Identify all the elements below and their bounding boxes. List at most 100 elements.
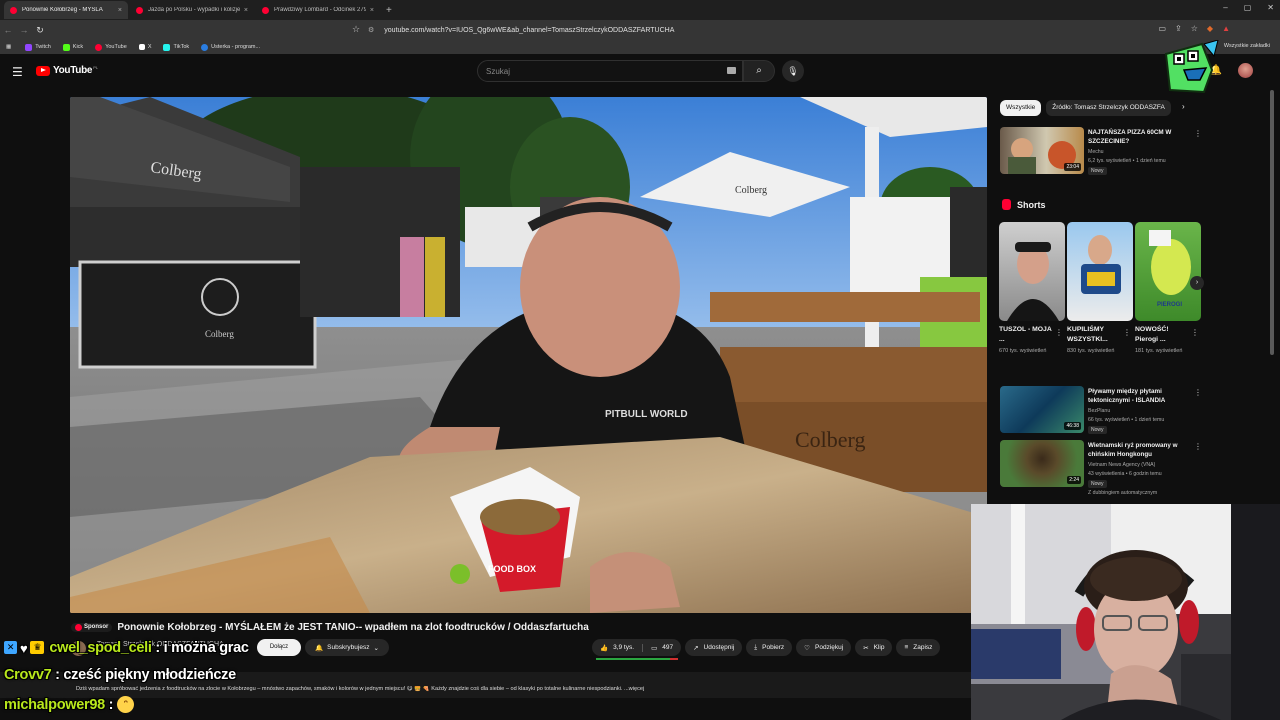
shorts-next-button[interactable]: › (1190, 276, 1204, 290)
all-bookmarks[interactable]: Wszystkie zakładki (1224, 43, 1270, 49)
rec-video-islandia[interactable]: 46:38 Pływamy między płytami tektoniczny… (1000, 386, 1202, 436)
close-tab-icon[interactable]: × (370, 7, 374, 14)
voice-search-icon[interactable]: 🎙 (782, 60, 804, 82)
short-item[interactable]: PIEROGI NOWOŚĆ! Pierogi ... 181 tys. wyś… (1135, 222, 1201, 367)
more-options-icon[interactable]: ⋮ (1055, 328, 1063, 337)
short-thumbnail-art (1007, 242, 1059, 321)
rec-thumbnail[interactable]: 2:24 (1000, 440, 1084, 487)
twitch-icon (25, 43, 33, 51)
like-dislike-group: 👍 3,9 tys. ▭ 497 (592, 639, 682, 660)
more-options-icon[interactable]: ⋮ (1191, 328, 1199, 337)
site-info-icon[interactable]: ⚙ (368, 26, 374, 34)
page-scrollbar[interactable] (1270, 90, 1274, 355)
more-options-icon[interactable]: ⋮ (1194, 442, 1202, 451)
search-button[interactable]: ⌕ (743, 60, 775, 82)
chip-all[interactable]: Wszystkie (1000, 100, 1042, 116)
thanks-button[interactable]: ♡ Podziękuj (796, 639, 852, 656)
more-options-icon[interactable]: ⋮ (1194, 129, 1202, 138)
back-icon[interactable]: ← (0, 25, 16, 35)
filter-chips: Wszystkie Źródło: Tomasz Strzelczyk ODDA… (1000, 100, 1171, 116)
apps-icon[interactable]: ▦ (6, 44, 11, 50)
new-tab-button[interactable]: + (386, 5, 392, 16)
sponsor-icon (75, 623, 82, 631)
youtube-play-icon (36, 65, 50, 76)
chevron-right-icon[interactable]: › (1182, 102, 1185, 111)
share-page-icon[interactable]: ⇪ (1175, 24, 1182, 33)
short-item[interactable]: KUPILIŚMY WSZYSTKI... 830 tys. wyświetle… (1067, 222, 1133, 367)
youtube-logo[interactable]: YouTube PL (36, 65, 98, 76)
rec-channel: Vietnam News Agency (VNA) (1088, 462, 1156, 468)
comments-button[interactable]: ▭ 497 (643, 644, 681, 652)
maximize-icon[interactable]: ▢ (1244, 3, 1252, 12)
sponsor-badge[interactable]: Sponsor (71, 622, 113, 632)
address-bar-row: ← → ↻ ☆ ⚙ youtube.com/watch?v=IUOS_Qg6wW… (0, 20, 1280, 40)
country-code: PL (93, 65, 99, 70)
bookmark-kick[interactable]: Kick (62, 43, 83, 51)
tab-jazda-po-polsku[interactable]: Jazda po Polsku - wypadki i kolizje o × (130, 1, 254, 19)
short-thumbnail[interactable] (1067, 222, 1133, 321)
tab-prawdziwy-lombard[interactable]: Prawdziwy Lombard - Odcinek 279 " × (256, 1, 380, 19)
more-options-icon[interactable]: ⋮ (1194, 388, 1202, 397)
search-input[interactable]: Szukaj (477, 60, 743, 82)
video-title: Sponsor Ponownie Kołobrzeg - MYŚLAŁEM że… (71, 620, 971, 634)
like-button[interactable]: 👍 3,9 tys. (592, 643, 644, 652)
reload-icon[interactable]: ↻ (32, 25, 48, 36)
chip-source[interactable]: Źródło: Tomasz Strzelczyk ODDASZFA (1046, 100, 1171, 116)
video-player[interactable]: Colberg Colberg Colberg Colberg PITBULL … (70, 97, 987, 613)
short-views: 181 tys. wyświetleń (1135, 348, 1183, 354)
extension-icon[interactable]: ◆ (1207, 24, 1213, 33)
menu-icon[interactable]: ☰ (12, 65, 23, 79)
bookmark-label: X (147, 44, 152, 50)
more-options-icon[interactable]: ⋮ (1123, 328, 1131, 337)
close-tab-icon[interactable]: × (118, 7, 122, 14)
bookmark-x[interactable]: X (138, 44, 152, 50)
bookmark-star-icon[interactable]: ☆ (352, 24, 360, 35)
bookmark-icon[interactable]: ☆ (1191, 24, 1198, 33)
rec-video-wietnam[interactable]: 2:24 Wietnamski ryż promowany w chińskim… (1000, 440, 1202, 500)
logo-text: YouTube (53, 65, 93, 76)
minimize-icon[interactable]: – (1223, 3, 1227, 12)
url-field[interactable]: ⚙ youtube.com/watch?v=IUOS_Qg6wWE&ab_cha… (368, 22, 908, 38)
save-button[interactable]: ≡ Zapisz (896, 639, 941, 656)
food-box-text: FOOD BOX (488, 564, 536, 574)
download-icon: ⤓ (754, 643, 758, 651)
bookmark-tiktok[interactable]: TikTok (163, 43, 189, 51)
short-thumbnail[interactable]: PIEROGI (1135, 222, 1201, 321)
short-item[interactable]: TUSZOL - MOJA ... 670 tys. wyświetleń ⋮ (999, 222, 1065, 367)
rec-new-badge: Nowy (1088, 426, 1107, 434)
chat-username: cwel_spod_celi (49, 640, 152, 656)
account-avatar[interactable] (1238, 63, 1253, 78)
youtube-header: ☰ YouTube PL Szukaj ⌕ 🎙 🔔 (0, 56, 1280, 86)
short-thumbnail[interactable] (999, 222, 1065, 321)
bench-text: Colberg (795, 427, 865, 452)
dislike-ratio-fill (670, 658, 678, 660)
share-icon: ↗ (693, 644, 699, 652)
download-button[interactable]: ⤓ Pobierz (746, 639, 793, 656)
rec-thumbnail[interactable]: 46:38 (1000, 386, 1084, 433)
keyboard-icon[interactable] (727, 67, 736, 74)
rec-meta: 43 wyświetlenia • 6 godzin temu (1088, 471, 1162, 477)
bookmark-twitch[interactable]: Twitch (25, 43, 51, 51)
download-label: Pobierz (762, 644, 785, 651)
clip-button[interactable]: ✂ Klip (855, 639, 893, 656)
bookmark-youtube[interactable]: YouTube (95, 43, 127, 51)
forward-icon[interactable]: → (16, 25, 32, 35)
chat-text: i można grac (163, 640, 249, 656)
alert-extension-icon[interactable]: ▲ (1222, 24, 1230, 33)
bookmark-label: Twitch (35, 44, 51, 50)
cast-icon[interactable]: ▭ (1158, 24, 1166, 33)
rec-thumbnail[interactable]: 23:04 (1000, 127, 1084, 174)
bookmark-usterka[interactable]: Usterka - program... (201, 43, 260, 51)
close-window-icon[interactable]: ✕ (1267, 3, 1274, 12)
share-button[interactable]: ↗ Udostępnij (685, 639, 743, 656)
rec-video-pizza[interactable]: 23:04 NAJTAŃSZA PIZZA 60CM W SZCZECINIE?… (1000, 127, 1202, 187)
browser-tab-bar: Ponownie Kołobrzeg - MYŚLA × Jazda po Po… (0, 0, 1280, 20)
short-views: 830 tys. wyświetleń (1067, 348, 1115, 354)
screen: Ponownie Kołobrzeg - MYŚLA × Jazda po Po… (0, 0, 1280, 720)
search-placeholder: Szukaj (486, 67, 511, 76)
short-thumbnail-text: PIEROGI (1157, 302, 1183, 308)
short-title: TUSZOL - MOJA ... (999, 326, 1052, 343)
close-tab-icon[interactable]: × (244, 7, 248, 14)
tab-ponownie-kolobrzeg[interactable]: Ponownie Kołobrzeg - MYŚLA × (4, 1, 128, 19)
short-views: 670 tys. wyświetleń (999, 348, 1047, 354)
